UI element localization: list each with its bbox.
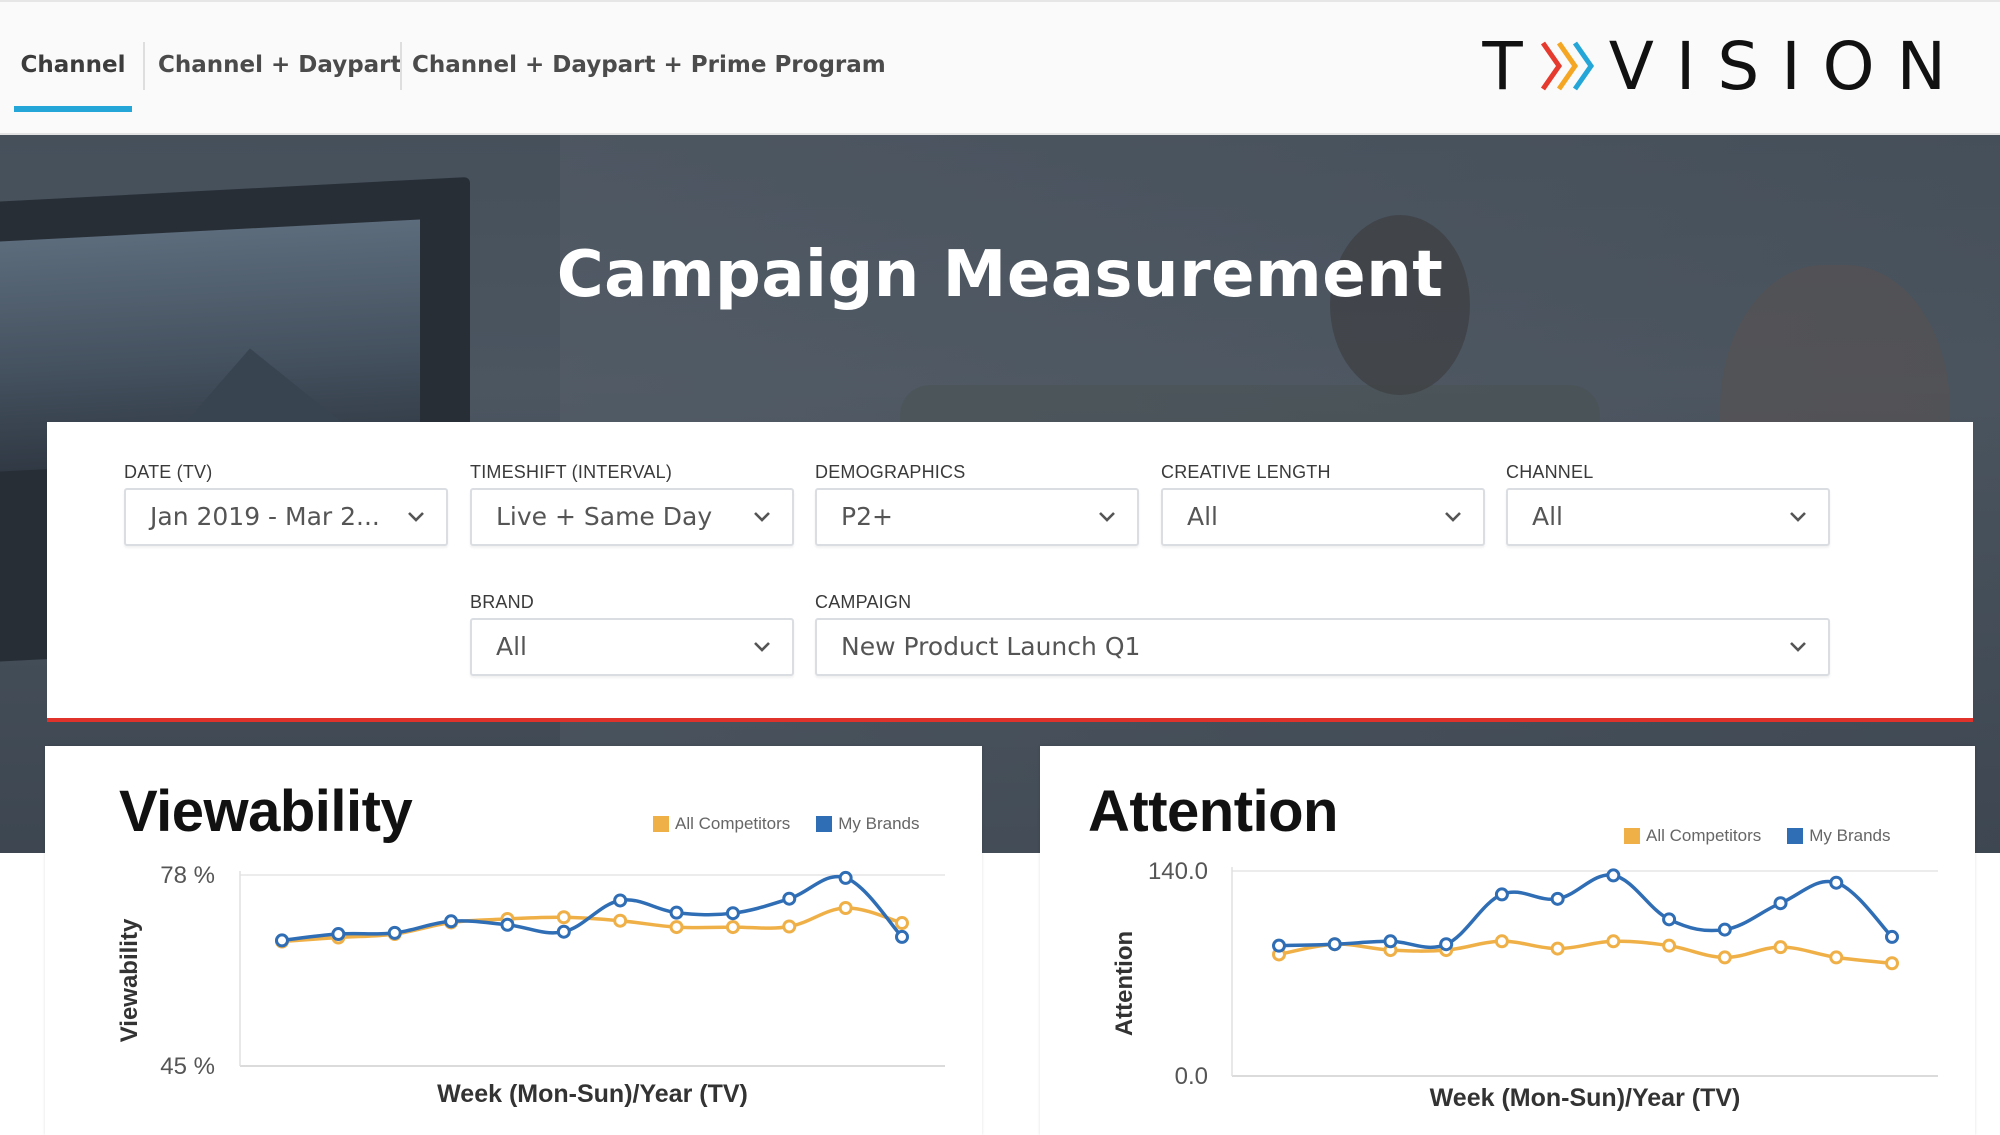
filter-panel: DATE (TV) Jan 2019 - Mar 2... TIMESHIFT … (47, 422, 1973, 722)
data-point-all-competitors (1773, 940, 1788, 955)
data-point-all-competitors (556, 910, 571, 925)
active-tab-indicator (14, 106, 132, 112)
tvision-logo: T VISION (1482, 26, 1968, 106)
brand-select-value: All (496, 632, 527, 661)
y-tick-label: 0.0 (1175, 1063, 1208, 1090)
series-line-all-competitors (281, 906, 903, 944)
data-point-my-brands (895, 929, 909, 944)
data-point-all-competitors (838, 900, 853, 915)
timeshift-select-value: Live + Same Day (496, 502, 713, 531)
attention-card: Attention All Competitors My Brands 140.… (1040, 746, 1975, 1135)
chevron-down-icon (754, 512, 770, 522)
chevron-down-icon (1445, 512, 1461, 522)
data-point-all-competitors (895, 916, 909, 931)
y-axis-title: Viewability (116, 918, 143, 1042)
series-line-all-competitors (1278, 939, 1893, 965)
brand-filter-label: BRAND (470, 592, 535, 612)
data-point-all-competitors (782, 919, 797, 934)
data-point-my-brands (1885, 929, 1899, 944)
x-axis-title: Week (Mon-Sun)/Year (TV) (1430, 1084, 1741, 1112)
data-point-all-competitors (1606, 934, 1621, 949)
data-point-my-brands (838, 870, 853, 885)
data-point-my-brands (1606, 868, 1621, 883)
date-filter-label: DATE (TV) (124, 462, 213, 482)
data-point-my-brands (1383, 934, 1398, 949)
date-select-value: Jan 2019 - Mar 2... (150, 502, 380, 531)
timeshift-select[interactable]: Live + Same Day (470, 488, 794, 546)
data-point-all-competitors (1717, 950, 1732, 965)
data-point-my-brands (1494, 887, 1509, 902)
brand-select[interactable]: All (470, 618, 794, 676)
chevron-down-icon (1790, 512, 1806, 522)
creative-length-select-value: All (1187, 502, 1218, 531)
data-point-all-competitors (725, 920, 740, 935)
y-tick-label: 45 % (160, 1053, 215, 1080)
y-tick-label: 140.0 (1148, 858, 1208, 885)
logo-letter-t: T (1482, 27, 1545, 105)
tab-channel-daypart[interactable]: Channel + Daypart (158, 32, 402, 102)
channel-select[interactable]: All (1506, 488, 1830, 546)
data-point-my-brands (387, 925, 402, 940)
logo-wordmark: VISION (1608, 27, 1968, 105)
tab-divider (143, 42, 145, 90)
campaign-select[interactable]: New Product Launch Q1 (815, 618, 1830, 676)
data-point-my-brands (444, 914, 459, 929)
viewability-chart: 78 % 45 % Viewability Week (Mon-Sun)/Year (… (116, 862, 945, 1108)
date-select[interactable]: Jan 2019 - Mar 2... (124, 488, 448, 546)
tab-divider (400, 42, 402, 90)
campaign-select-value: New Product Launch Q1 (841, 632, 1141, 661)
data-point-all-competitors (669, 920, 684, 935)
series-line-my-brands (1278, 873, 1894, 950)
demographics-select[interactable]: P2+ (815, 488, 1139, 546)
data-point-my-brands (1773, 896, 1788, 911)
demographics-filter-label: DEMOGRAPHICS (815, 462, 966, 482)
data-point-all-competitors (1550, 941, 1565, 956)
data-point-my-brands (500, 917, 515, 932)
data-point-my-brands (613, 893, 628, 908)
chevron-down-icon (1099, 512, 1115, 522)
data-point-my-brands (669, 905, 684, 920)
data-point-my-brands (331, 927, 346, 942)
data-point-all-competitors (1829, 950, 1844, 965)
campaign-filter-label: CAMPAIGN (815, 592, 912, 612)
page-title: Campaign Measurement (556, 238, 1444, 312)
timeshift-filter-label: TIMESHIFT (INTERVAL) (470, 462, 673, 482)
viewability-card: Viewability All Competitors My Brands 78… (45, 746, 982, 1135)
tab-channel-daypart-prime-program[interactable]: Channel + Daypart + Prime Program (412, 32, 886, 102)
creative-length-select[interactable]: All (1161, 488, 1485, 546)
data-point-my-brands (725, 906, 740, 921)
data-point-my-brands (1327, 937, 1342, 952)
data-point-my-brands (1272, 938, 1286, 953)
series-line-my-brands (281, 874, 904, 943)
attention-chart: 140.0 0.0 Attention Week (Mon-Sun)/Year (TV… (1111, 858, 1938, 1112)
data-point-my-brands (1717, 922, 1732, 937)
data-point-my-brands (1550, 891, 1565, 906)
data-point-my-brands (275, 933, 289, 948)
tab-channel[interactable]: Channel (14, 32, 132, 102)
x-axis-title: Week (Mon-Sun)/Year (TV) (437, 1080, 748, 1108)
data-point-my-brands (782, 891, 797, 906)
top-nav: Channel Channel + Daypart Channel + Dayp… (0, 0, 2000, 135)
demographics-select-value: P2+ (841, 502, 893, 531)
y-tick-label: 78 % (160, 862, 215, 889)
data-point-all-competitors (1885, 956, 1899, 971)
data-point-all-competitors (1662, 938, 1677, 953)
chevron-down-icon (1790, 642, 1806, 652)
data-point-my-brands (1439, 937, 1454, 952)
channel-filter-label: CHANNEL (1506, 462, 1594, 482)
chevron-down-icon (408, 512, 424, 522)
creative-length-filter-label: CREATIVE LENGTH (1161, 462, 1331, 482)
data-point-my-brands (556, 924, 571, 939)
chevron-down-icon (754, 642, 770, 652)
data-point-my-brands (1662, 912, 1677, 927)
logo-chevrons-icon (1539, 37, 1599, 95)
data-point-all-competitors (1494, 934, 1509, 949)
y-axis-title: Attention (1111, 931, 1138, 1036)
data-point-all-competitors (613, 913, 628, 928)
data-point-my-brands (1829, 875, 1844, 890)
channel-select-value: All (1532, 502, 1563, 531)
